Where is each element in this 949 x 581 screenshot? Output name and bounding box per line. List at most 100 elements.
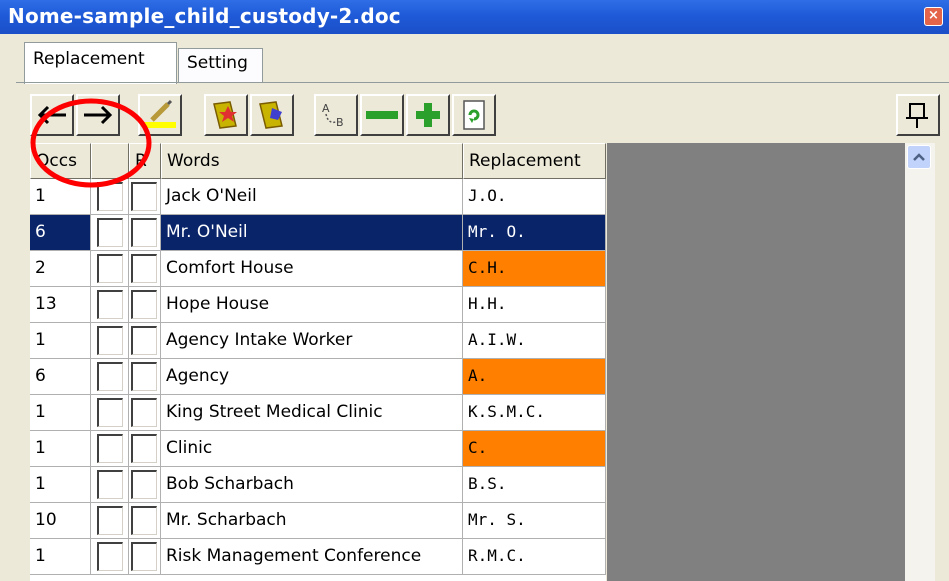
arrow-left-icon[interactable] <box>30 94 74 136</box>
row-checkbox[interactable] <box>97 290 123 319</box>
word-cell[interactable]: Clinic <box>161 431 463 467</box>
replacement-cell[interactable]: Mr. O. <box>463 215 606 251</box>
window-title: Nome-sample_child_custody-2.doc <box>8 4 401 28</box>
vertical-scrollbar[interactable] <box>905 143 935 581</box>
replacement-cell[interactable]: K.S.M.C. <box>463 395 606 431</box>
occs-cell: 6 <box>30 215 91 251</box>
plus-icon[interactable] <box>406 94 450 136</box>
table-row[interactable]: 1 Bob Scharbach B.S. <box>30 467 606 503</box>
word-cell[interactable]: Agency <box>161 359 463 395</box>
check-cell <box>91 323 129 359</box>
column-header-occs[interactable]: Occs <box>30 143 91 179</box>
r-checkbox[interactable] <box>131 182 157 211</box>
replacement-cell[interactable]: R.M.C. <box>463 539 606 575</box>
table-row[interactable]: 1 King Street Medical Clinic K.S.M.C. <box>30 395 606 431</box>
r-cell <box>129 539 161 575</box>
table-row[interactable]: 6 Agency A. <box>30 359 606 395</box>
book-star-icon[interactable] <box>204 94 248 136</box>
replacement-cell[interactable]: B.S. <box>463 467 606 503</box>
r-cell <box>129 251 161 287</box>
row-checkbox[interactable] <box>97 182 123 211</box>
table-row[interactable]: 6 Mr. O'Neil Mr. O. <box>30 215 606 251</box>
scroll-up-button[interactable] <box>907 145 931 169</box>
svg-text:A: A <box>322 102 330 115</box>
word-cell[interactable]: Agency Intake Worker <box>161 323 463 359</box>
occs-cell: 13 <box>30 287 91 323</box>
column-header-check[interactable] <box>91 143 129 179</box>
replacement-cell[interactable]: A. <box>463 359 606 395</box>
row-checkbox[interactable] <box>97 398 123 427</box>
r-cell <box>129 287 161 323</box>
refresh-doc-icon[interactable] <box>452 94 496 136</box>
table-row[interactable]: 1 Risk Management Conference R.M.C. <box>30 539 606 575</box>
arrow-right-icon[interactable] <box>76 94 120 136</box>
word-cell[interactable]: Hope House <box>161 287 463 323</box>
close-icon[interactable]: × <box>924 7 943 26</box>
occs-cell: 2 <box>30 251 91 287</box>
r-cell <box>129 467 161 503</box>
replacement-cell[interactable]: C.H. <box>463 251 606 287</box>
a-to-b-icon[interactable]: AB <box>314 94 358 136</box>
minus-icon[interactable] <box>360 94 404 136</box>
column-header-r[interactable]: R <box>129 143 161 179</box>
pin-icon[interactable] <box>896 94 940 136</box>
table-row[interactable]: 13 Hope House H.H. <box>30 287 606 323</box>
word-cell[interactable]: Jack O'Neil <box>161 179 463 215</box>
word-cell[interactable]: Bob Scharbach <box>161 467 463 503</box>
row-checkbox[interactable] <box>97 326 123 355</box>
occs-cell: 1 <box>30 323 91 359</box>
column-header-replacement[interactable]: Replacement <box>463 143 606 179</box>
word-cell[interactable]: Risk Management Conference <box>161 539 463 575</box>
row-checkbox[interactable] <box>97 470 123 499</box>
occs-cell: 1 <box>30 395 91 431</box>
row-checkbox[interactable] <box>97 506 123 535</box>
replacement-cell[interactable]: A.I.W. <box>463 323 606 359</box>
r-checkbox[interactable] <box>131 506 157 535</box>
word-cell[interactable]: Comfort House <box>161 251 463 287</box>
r-cell <box>129 395 161 431</box>
table-row[interactable]: 1 Jack O'Neil J.O. <box>30 179 606 215</box>
replacement-cell[interactable]: J.O. <box>463 179 606 215</box>
word-cell[interactable]: Mr. Scharbach <box>161 503 463 539</box>
tab-setting[interactable]: Setting <box>178 48 263 82</box>
r-cell <box>129 431 161 467</box>
r-checkbox[interactable] <box>131 218 157 247</box>
check-cell <box>91 467 129 503</box>
r-checkbox[interactable] <box>131 470 157 499</box>
table-row[interactable]: 1 Agency Intake Worker A.I.W. <box>30 323 606 359</box>
r-cell <box>129 503 161 539</box>
r-checkbox[interactable] <box>131 542 157 571</box>
occs-cell: 10 <box>30 503 91 539</box>
column-header-words[interactable]: Words <box>161 143 463 179</box>
word-cell[interactable]: King Street Medical Clinic <box>161 395 463 431</box>
table-row[interactable]: 1 Clinic C. <box>30 431 606 467</box>
r-checkbox[interactable] <box>131 290 157 319</box>
word-cell[interactable]: Mr. O'Neil <box>161 215 463 251</box>
replacement-cell[interactable]: H.H. <box>463 287 606 323</box>
r-checkbox[interactable] <box>131 362 157 391</box>
r-checkbox[interactable] <box>131 254 157 283</box>
tab-replacement[interactable]: Replacement <box>24 42 177 84</box>
r-cell <box>129 359 161 395</box>
table-row[interactable]: 10 Mr. Scharbach Mr. S. <box>30 503 606 539</box>
replacement-cell[interactable]: Mr. S. <box>463 503 606 539</box>
r-checkbox[interactable] <box>131 326 157 355</box>
r-checkbox[interactable] <box>131 434 157 463</box>
row-checkbox[interactable] <box>97 542 123 571</box>
table-row[interactable]: 2 Comfort House C.H. <box>30 251 606 287</box>
row-checkbox[interactable] <box>97 434 123 463</box>
row-checkbox[interactable] <box>97 254 123 283</box>
book-swap-icon[interactable] <box>250 94 294 136</box>
occs-cell: 1 <box>30 179 91 215</box>
replacement-cell[interactable]: C. <box>463 431 606 467</box>
row-checkbox[interactable] <box>97 362 123 391</box>
check-cell <box>91 251 129 287</box>
toolbar: AB <box>30 92 942 138</box>
occs-cell: 1 <box>30 539 91 575</box>
check-cell <box>91 287 129 323</box>
r-checkbox[interactable] <box>131 398 157 427</box>
row-checkbox[interactable] <box>97 218 123 247</box>
highlighter-icon[interactable] <box>138 94 182 136</box>
r-cell <box>129 179 161 215</box>
app-window: Nome-sample_child_custody-2.doc × Replac… <box>0 0 949 581</box>
